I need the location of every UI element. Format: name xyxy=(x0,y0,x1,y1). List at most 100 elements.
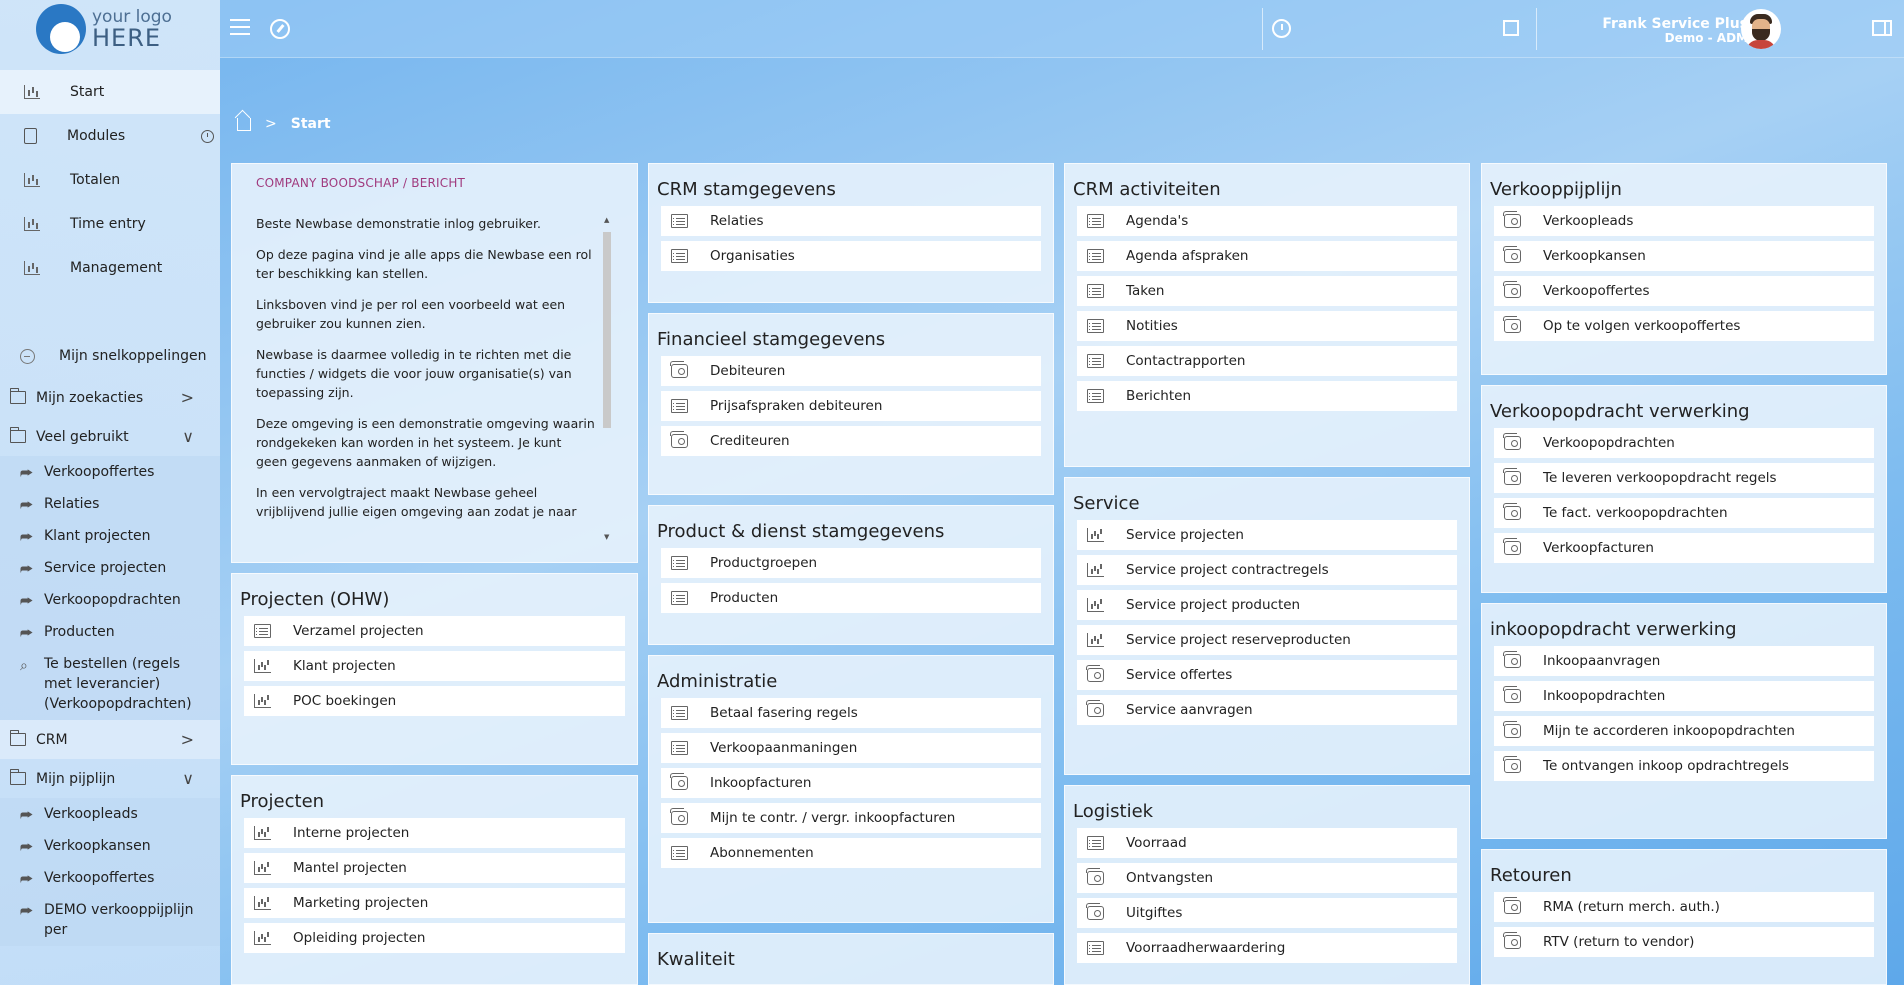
card-link-label: Agenda afspraken xyxy=(1126,248,1249,264)
card-link[interactable]: Prijsafspraken debiteuren xyxy=(661,391,1041,421)
card-link[interactable]: Taken xyxy=(1077,276,1457,306)
card-link[interactable]: Service project contractregels xyxy=(1077,555,1457,585)
card-link[interactable]: Te leveren verkoopopdracht regels xyxy=(1494,463,1874,493)
card-link[interactable]: Crediteuren xyxy=(661,426,1041,456)
card-link[interactable]: Betaal fasering regels xyxy=(661,698,1041,728)
card-link[interactable]: Uitgiftes xyxy=(1077,898,1457,928)
wallet-icon xyxy=(670,773,688,790)
card-link[interactable]: Verkoopopdrachten xyxy=(1494,428,1874,458)
user-name: Frank Service Plus xyxy=(1602,16,1748,32)
card-link[interactable]: Verzamel projecten xyxy=(244,616,625,646)
card-link[interactable]: Mijn te contr. / vergr. inkoopfacturen xyxy=(661,803,1041,833)
card-link[interactable]: Service project producten xyxy=(1077,590,1457,620)
nav-item-time-entry[interactable]: Time entry xyxy=(0,202,220,246)
card-link[interactable]: Service project reserveproducten xyxy=(1077,625,1457,655)
card-link[interactable]: Abonnementen xyxy=(661,838,1041,868)
compass-icon[interactable] xyxy=(270,19,290,39)
card-link[interactable]: Interne projecten xyxy=(244,818,625,848)
card-link[interactable]: Service aanvragen xyxy=(1077,695,1457,725)
card-link[interactable]: Voorraad xyxy=(1077,828,1457,858)
scrollbar-thumb[interactable] xyxy=(603,232,611,428)
card-link[interactable]: Agenda's xyxy=(1077,206,1457,236)
card-link[interactable]: Mantel projecten xyxy=(244,853,625,883)
card-link[interactable]: Marketing projecten xyxy=(244,888,625,918)
card-link[interactable]: Service offertes xyxy=(1077,660,1457,690)
card-link[interactable]: Productgroepen xyxy=(661,548,1041,578)
card-link[interactable]: Verkoopleads xyxy=(1494,206,1874,236)
folder-pipeline[interactable]: Mijn pijplijn ∨ xyxy=(0,759,220,798)
card-link[interactable]: Verkoopoffertes xyxy=(1494,276,1874,306)
card-link[interactable]: Ontvangsten xyxy=(1077,863,1457,893)
shortcut-item[interactable]: ⮫ Relaties xyxy=(0,488,220,520)
nav-item-management[interactable]: Management xyxy=(0,246,220,290)
shortcut-item[interactable]: ⮫ Verkoopoffertes xyxy=(0,456,220,488)
card-link[interactable]: Contactrapporten xyxy=(1077,346,1457,376)
shortcut-item[interactable]: ⮫ Klant projecten xyxy=(0,520,220,552)
card-link[interactable]: RTV (return to vendor) xyxy=(1494,927,1874,957)
timer-icon[interactable] xyxy=(1272,19,1291,38)
folder-frequent[interactable]: Veel gebruikt ∨ xyxy=(0,417,220,456)
shortcut-item[interactable]: ⮫ DEMO verkooppijplijn per xyxy=(0,894,220,946)
shortcut-item[interactable]: ⌕ Te bestellen (regels met leverancier) (… xyxy=(0,648,220,720)
folder-crm[interactable]: CRM > xyxy=(0,720,220,759)
card-link[interactable]: Te ontvangen inkoop opdrachtregels xyxy=(1494,751,1874,781)
card-link[interactable]: Producten xyxy=(661,583,1041,613)
card-link-label: Verkoopkansen xyxy=(1543,248,1646,264)
card-link[interactable]: Agenda afspraken xyxy=(1077,241,1457,271)
folder-searches[interactable]: Mijn zoekacties > xyxy=(0,378,220,417)
card-link[interactable]: Verkoopaanmaningen xyxy=(661,733,1041,763)
chart-icon xyxy=(1087,563,1104,577)
card-link[interactable]: Inkoopopdrachten xyxy=(1494,681,1874,711)
card-link[interactable]: Inkoopaanvragen xyxy=(1494,646,1874,676)
wallet-icon xyxy=(670,431,688,448)
nav-item-modules[interactable]: Modules xyxy=(0,114,220,158)
card-link[interactable]: Relaties xyxy=(661,206,1041,236)
card-link[interactable]: Berichten xyxy=(1077,381,1457,411)
message-scrollbar[interactable]: ▲ ▼ xyxy=(601,216,613,541)
verkooppijplijn-card: Verkooppijplijn Verkoopleads Verkoopkansen… xyxy=(1481,163,1887,375)
card-link[interactable]: Mijn te accorderen inkoopopdrachten xyxy=(1494,716,1874,746)
edit-icon[interactable] xyxy=(1503,20,1519,36)
card-link[interactable]: Opleiding projecten xyxy=(244,923,625,953)
side-panel-icon[interactable] xyxy=(1872,20,1892,36)
avatar[interactable] xyxy=(1741,9,1781,49)
card-link[interactable]: Klant projecten xyxy=(244,651,625,681)
card-link[interactable]: Te fact. verkoopopdrachten xyxy=(1494,498,1874,528)
shortcuts-toggle[interactable]: Mijn snelkoppelingen xyxy=(0,334,220,378)
shortcut-item[interactable]: ⮫ Verkoopopdrachten xyxy=(0,584,220,616)
list-icon xyxy=(671,741,688,755)
chart-icon xyxy=(24,173,40,187)
card-link[interactable]: POC boekingen xyxy=(244,686,625,716)
list-icon xyxy=(671,846,688,860)
card-link[interactable]: Debiteuren xyxy=(661,356,1041,386)
card-title: Retouren xyxy=(1490,865,1572,886)
card-link[interactable]: Service projecten xyxy=(1077,520,1457,550)
card-link[interactable]: Notities xyxy=(1077,311,1457,341)
card-link[interactable]: Verkoopfacturen xyxy=(1494,533,1874,563)
shortcut-item[interactable]: ⮫ Verkoopleads xyxy=(0,798,220,830)
card-link[interactable]: RMA (return merch. auth.) xyxy=(1494,892,1874,922)
list-icon xyxy=(671,214,688,228)
card-link[interactable]: Verkoopkansen xyxy=(1494,241,1874,271)
chevron-right-icon: > xyxy=(265,116,277,132)
scroll-up-icon[interactable]: ▲ xyxy=(604,216,609,224)
shortcut-item[interactable]: ⮫ Producten xyxy=(0,616,220,648)
nav-item-totalen[interactable]: Totalen xyxy=(0,158,220,202)
card-link[interactable]: Organisaties xyxy=(661,241,1041,271)
shortcut-item[interactable]: ⮫ Verkoopoffertes xyxy=(0,862,220,894)
chart-icon xyxy=(254,659,271,673)
card-link[interactable]: Voorraadherwaardering xyxy=(1077,933,1457,963)
wallet-icon xyxy=(1503,756,1521,773)
home-icon[interactable] xyxy=(237,117,251,131)
menu-icon[interactable] xyxy=(230,19,250,35)
user-info[interactable]: Frank Service Plus Demo - ADM xyxy=(1602,16,1748,46)
card-link[interactable]: Inkoopfacturen xyxy=(661,768,1041,798)
company-logo[interactable]: your logo HERE xyxy=(0,0,220,58)
card-link[interactable]: Op te volgen verkoopoffertes xyxy=(1494,311,1874,341)
nav-item-start[interactable]: Start xyxy=(0,70,220,114)
shortcut-item[interactable]: ⮫ Service projecten xyxy=(0,552,220,584)
scroll-down-icon[interactable]: ▼ xyxy=(604,533,609,541)
card-link-label: RTV (return to vendor) xyxy=(1543,934,1695,950)
shortcut-label: Verkoopopdrachten xyxy=(44,592,181,608)
shortcut-item[interactable]: ⮫ Verkoopkansen xyxy=(0,830,220,862)
